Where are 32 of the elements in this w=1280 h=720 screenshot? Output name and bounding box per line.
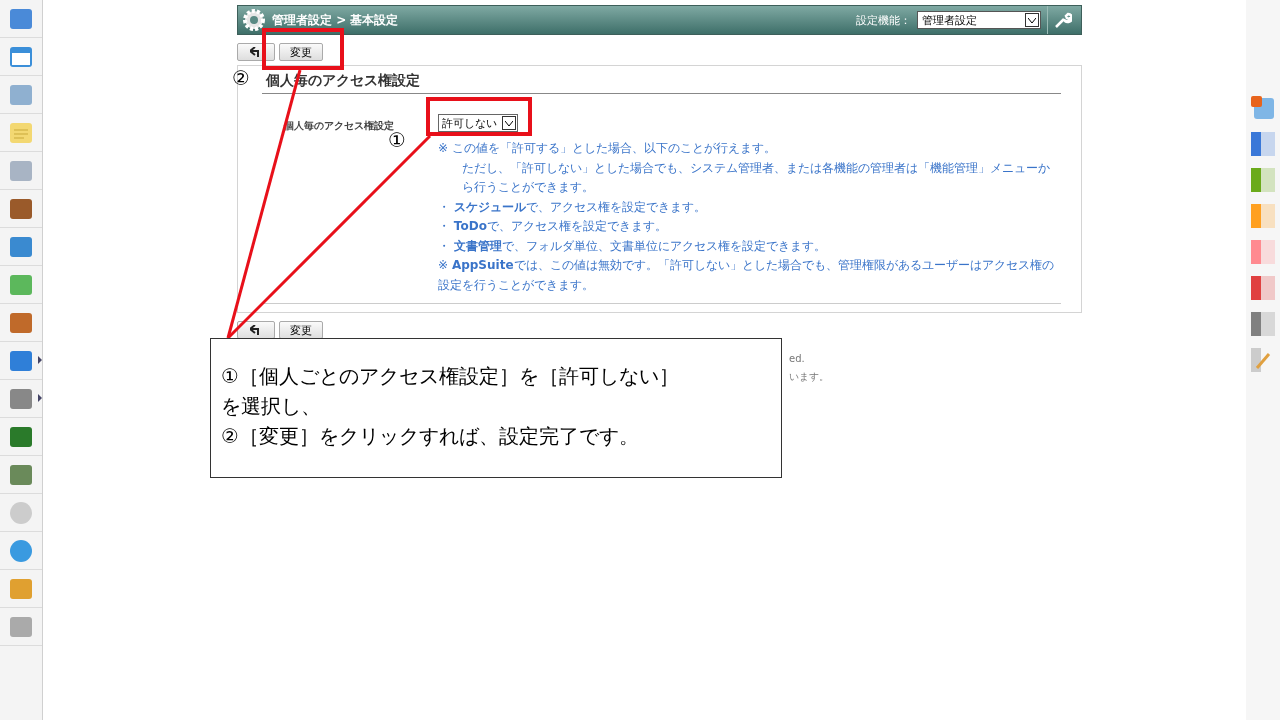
help-text: ただし、「許可しない」とした場合でも、システム管理者、または各機能の管理者は「機能管理」メニューから行うことができます。 <box>461 159 1051 196</box>
back-arrow-icon <box>250 325 262 335</box>
access-select[interactable]: 許可しない <box>438 114 518 132</box>
back-arrow-icon <box>250 47 262 57</box>
color-tab-icon[interactable] <box>1251 276 1275 300</box>
function-select[interactable]: 管理者設定 <box>917 11 1041 29</box>
caret-icon <box>1025 13 1039 27</box>
help-text: ※ この値を「許可する」とした場合、以下のことが行えます。 <box>438 140 777 157</box>
expand-arrow-icon[interactable] <box>38 356 42 364</box>
wrench-icon <box>1053 11 1072 29</box>
page-title: 管理者設定 > 基本設定 <box>272 11 400 29</box>
color-tab-icon[interactable] <box>1251 204 1275 228</box>
sticky-note-icon[interactable] <box>1251 96 1275 120</box>
callout-text: ①［個人ごとのアクセス権設定］を［許可しない］ を選択し、 ②［変更］をクリックすれば、設定完了です。 <box>210 338 782 478</box>
help-text: ・ 文書管理で、フォルダ単位、文書単位にアクセス権を設定できます。 <box>438 237 827 255</box>
help-text: ・ ToDoで、アクセス権を設定できます。 <box>438 218 668 235</box>
step-number: ② <box>232 66 250 90</box>
help-text: ・ スケジュールで、アクセス権を設定できます。 <box>438 198 707 216</box>
color-tab-icon[interactable] <box>1251 240 1275 264</box>
function-label: 設定機能： <box>856 12 911 28</box>
color-tab-icon[interactable] <box>1251 312 1275 336</box>
color-tab-icon[interactable] <box>1251 168 1275 192</box>
footer-text: います。 <box>789 370 829 384</box>
footer-text: ed. <box>789 353 805 364</box>
help-text: ※ AppSuiteでは、この値は無効です。「許可しない」とした場合でも、管理権限があるユーザーはアクセス権の設定を行うことができます。 <box>438 257 1055 294</box>
caret-icon <box>502 116 516 130</box>
back-button[interactable] <box>237 321 275 339</box>
help-icon[interactable] <box>8 537 34 564</box>
color-tab-icon[interactable] <box>1251 132 1275 156</box>
submit-button[interactable]: 変更 <box>279 321 323 339</box>
submit-button[interactable]: 変更 <box>279 43 323 61</box>
expand-arrow-icon[interactable] <box>38 394 42 402</box>
